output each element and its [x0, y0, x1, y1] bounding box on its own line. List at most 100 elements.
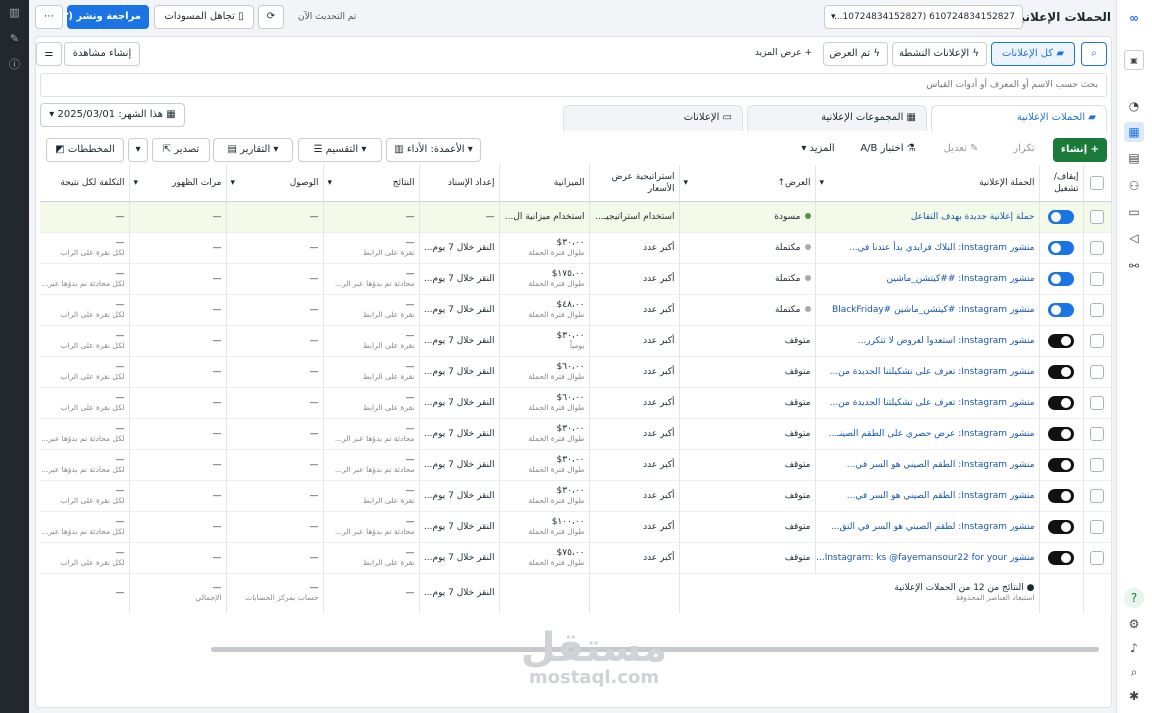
campaign-toggle[interactable] [1048, 519, 1074, 534]
chart-icon[interactable]: ▥ [0, 0, 29, 26]
edit-button[interactable]: ✎ تعديل [931, 138, 991, 162]
col-delivery[interactable]: العرض↑ ▾ [679, 165, 816, 202]
show-more-filters[interactable]: + عرض المزيد [755, 48, 812, 58]
bell-icon[interactable]: ♪ [1124, 638, 1144, 658]
refresh-button[interactable]: ⟳ [258, 5, 284, 29]
filter-all-campaigns[interactable]: ▰ كل الإعلانات [991, 42, 1075, 66]
filter-active-ads[interactable]: ϟ الإعلانات النشطة [892, 42, 987, 66]
row-checkbox[interactable] [1090, 395, 1104, 410]
campaign-name-link[interactable]: منشور Instagram: ks @fayemansour22 for y… [816, 553, 1034, 563]
col-impressions[interactable]: مرات الظهور ▾ [129, 165, 227, 202]
megaphone-icon[interactable]: ◁ [1124, 228, 1144, 248]
campaign-name-link[interactable]: منشور Instagram: لطقم الصيني هو السر في … [831, 522, 1035, 532]
col-reach[interactable]: الوصول ▾ [226, 165, 324, 202]
help-icon[interactable]: ? [1124, 588, 1144, 608]
search-input[interactable]: بحث حسب الاسم أو المعرف أو أدوات القياس [40, 73, 1107, 97]
row-checkbox[interactable] [1090, 550, 1104, 565]
campaign-name-link[interactable]: منشور Instagram: تعرف على تشكيلتنا الجدي… [830, 398, 1035, 408]
row-checkbox[interactable] [1090, 333, 1104, 348]
sliders-icon[interactable]: ⚌ [36, 42, 62, 66]
col-campaign[interactable]: الحملة الإعلانية ▾ [815, 165, 1040, 202]
campaign-toggle[interactable] [1048, 550, 1074, 565]
columns-dropdown[interactable]: ▾ الأعمدة: الأداء ▥ [386, 138, 481, 162]
breakdown-dropdown[interactable]: ▾ التقسيم ☰ [298, 138, 382, 162]
table-icon[interactable]: ▦ [1124, 122, 1144, 142]
meta-logo-icon[interactable]: ∞ [1124, 8, 1144, 28]
row-checkbox[interactable] [1090, 240, 1104, 255]
campaign-toggle[interactable] [1048, 209, 1074, 224]
col-budget[interactable]: الميزانية [499, 165, 590, 202]
tab-adsets[interactable]: ▦ المجموعات الإعلانية [747, 105, 927, 131]
row-checkbox[interactable] [1090, 271, 1104, 286]
row-checkbox[interactable] [1090, 426, 1104, 441]
export-button[interactable]: تصدير ⇱ [152, 138, 210, 162]
campaign-name-link[interactable]: منشور Instagram: ##كيتشن_ماشين [887, 274, 1035, 284]
row-checkbox[interactable] [1090, 488, 1104, 503]
campaign-toggle[interactable] [1048, 302, 1074, 317]
row-checkbox[interactable] [1090, 519, 1104, 534]
more-actions-dropdown[interactable]: المزيد ▾ [783, 138, 853, 162]
select-all-checkbox[interactable] [1090, 175, 1104, 190]
tab-campaigns[interactable]: ▰ الحملات الإعلانية [931, 105, 1107, 131]
export-dropdown[interactable]: ▾ [128, 138, 148, 162]
reports-dropdown[interactable]: ▾ التقارير ▤ [213, 138, 293, 162]
campaign-name-link[interactable]: منشور Instagram: الطقم الصيني هو السر في… [847, 460, 1035, 470]
table-row[interactable]: منشور Instagram: ##كيتشن_ماشين مكتملة أكبر… [40, 263, 1112, 294]
network-icon[interactable]: ⚯ [1124, 256, 1144, 276]
col-toggle[interactable]: إيقاف/تشغيل [1039, 165, 1084, 202]
campaign-toggle[interactable] [1048, 271, 1074, 286]
tab-ads[interactable]: ▭ الإعلانات [563, 105, 743, 131]
campaign-toggle[interactable] [1048, 364, 1074, 379]
campaign-toggle[interactable] [1048, 240, 1074, 255]
search-toggle-button[interactable]: ⌕ [1081, 42, 1107, 66]
table-row[interactable]: منشور Instagram: تعرف على تشكيلتنا الجدي… [40, 387, 1112, 418]
review-publish-button[interactable]: مراجعة ونشر (٣) [58, 5, 149, 29]
billing-icon[interactable]: ▭ [1124, 202, 1144, 222]
col-results[interactable]: النتائج ▾ [323, 165, 420, 202]
ab-test-button[interactable]: ⚗ اختبار A/B [853, 138, 923, 162]
row-checkbox[interactable] [1090, 209, 1104, 224]
create-view-button[interactable]: إنشاء مشاهدة [64, 42, 140, 66]
campaign-toggle[interactable] [1048, 457, 1074, 472]
col-bid-strategy[interactable]: استراتيجية عرض الأسعار [589, 165, 680, 202]
campaign-toggle[interactable] [1048, 488, 1074, 503]
table-row[interactable]: منشور Instagram: الطقم الصيني هو السر في… [40, 449, 1112, 480]
campaign-name-link[interactable]: منشور Instagram: #كيتشن_ماشين #BlackFrid… [832, 305, 1034, 315]
row-checkbox[interactable] [1090, 457, 1104, 472]
account-avatar[interactable]: ▣ [1124, 50, 1144, 70]
table-row[interactable]: منشور Instagram: البلاك فرايدي بدأ عندنا… [40, 232, 1112, 263]
gauge-icon[interactable]: ◔ [1124, 96, 1144, 116]
campaign-name-link[interactable]: منشور Instagram: استعدوا لعروض لا تتكرر.… [858, 336, 1035, 346]
filter-delivered[interactable]: ϟ تم العرض [823, 42, 888, 66]
info-icon[interactable]: ⓘ [0, 52, 29, 78]
col-attribution[interactable]: إعداد الإسناد [419, 165, 500, 202]
pencil-icon[interactable]: ✎ [0, 26, 29, 52]
row-checkbox[interactable] [1090, 302, 1104, 317]
row-checkbox[interactable] [1090, 364, 1104, 379]
campaign-toggle[interactable] [1048, 333, 1074, 348]
create-button[interactable]: + إنشاء [1053, 138, 1107, 162]
table-row[interactable]: منشور Instagram: عرض حصري على الطقم الصي… [40, 418, 1112, 449]
date-range-picker[interactable]: ▦ هذا الشهر: 2025/03/01 ▾ [40, 103, 185, 127]
more-button[interactable]: ⋯ [35, 5, 63, 29]
search-icon[interactable]: ⌕ [1124, 662, 1144, 682]
table-row[interactable]: حملة إعلانية جديدة بهدف التفاعل مسودة استخ… [40, 201, 1112, 232]
campaign-toggle[interactable] [1048, 395, 1074, 410]
campaign-name-link[interactable]: منشور Instagram: الطقم الصيني هو السر في… [847, 491, 1035, 501]
col-cost-per-result[interactable]: التكلفة لكل نتيجة [40, 165, 130, 202]
campaign-toggle[interactable] [1048, 426, 1074, 441]
account-selector[interactable]: 610724834152827 (10724834152827... ▾ [824, 5, 1023, 29]
duplicate-button[interactable]: تكرار [999, 138, 1049, 162]
table-row[interactable]: منشور Instagram: #كيتشن_ماشين #BlackFrid… [40, 294, 1112, 325]
table-row[interactable]: منشور Instagram: الطقم الصيني هو السر في… [40, 480, 1112, 511]
discard-drafts-button[interactable]: ▯ تجاهل المسودات [154, 5, 254, 29]
bug-icon[interactable]: ✱ [1124, 686, 1144, 706]
audience-icon[interactable]: ⚇ [1124, 176, 1144, 196]
campaign-name-link[interactable]: حملة إعلانية جديدة بهدف التفاعل [911, 212, 1035, 222]
pages-icon[interactable]: ▤ [1124, 148, 1144, 168]
campaign-name-link[interactable]: منشور Instagram: عرض حصري على الطقم الصي… [829, 429, 1035, 439]
charts-button[interactable]: المخططات ◩ [46, 138, 124, 162]
table-row[interactable]: منشور Instagram: استعدوا لعروض لا تتكرر.… [40, 325, 1112, 356]
campaign-name-link[interactable]: منشور Instagram: البلاك فرايدي بدأ عندنا… [849, 243, 1035, 253]
campaign-name-link[interactable]: منشور Instagram: تعرف على تشكيلتنا الجدي… [830, 367, 1035, 377]
